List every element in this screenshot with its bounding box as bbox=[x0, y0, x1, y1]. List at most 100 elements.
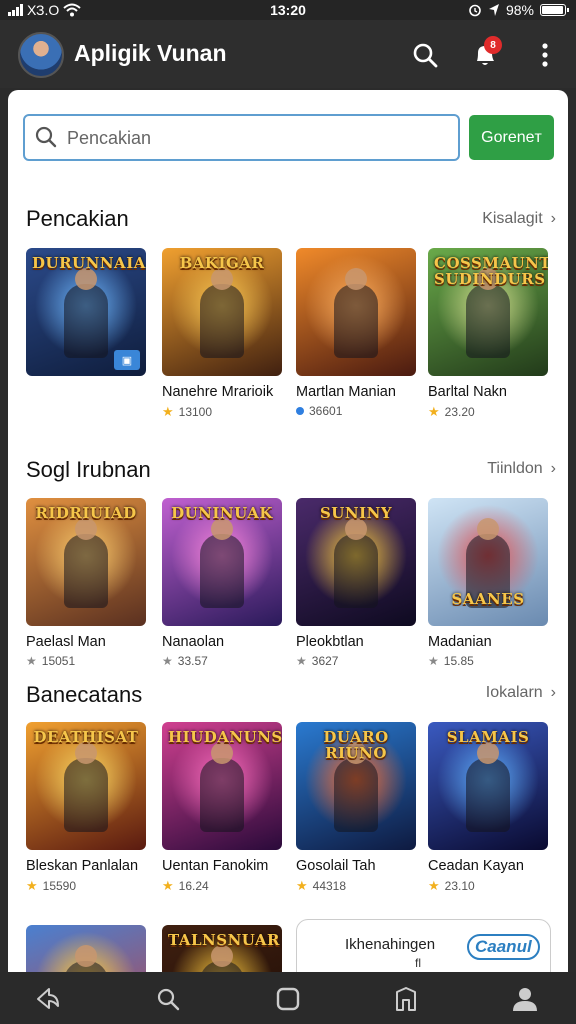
star-icon: ★ bbox=[296, 878, 308, 893]
promo-banner[interactable]: Ikhenahingen fl Caanul bbox=[296, 919, 551, 972]
main-content: Goreneт Pencakian Kisalagit › Sogl Irubna… bbox=[8, 90, 568, 972]
library-icon[interactable] bbox=[391, 984, 421, 1014]
section-title: Pencakian bbox=[26, 206, 129, 231]
game-card[interactable] bbox=[26, 925, 146, 972]
hero-figure bbox=[466, 268, 510, 358]
game-rating: ★ 15051 bbox=[26, 654, 146, 668]
game-cover-image[interactable]: COSSMAUNT SUDINDURS bbox=[428, 248, 548, 376]
dot-icon bbox=[296, 407, 304, 415]
cover-badge-icon: ▣ bbox=[114, 350, 140, 370]
search-field-icon bbox=[35, 126, 57, 153]
avatar[interactable] bbox=[18, 32, 64, 78]
see-all-label: Tiinldon bbox=[487, 460, 543, 477]
status-bar: ХЗ.О 13:20 98% bbox=[0, 0, 576, 20]
game-card[interactable]: BAKIGAR Nanehre Mrarioik ★ 13100 bbox=[162, 248, 282, 420]
rating-value: 13100 bbox=[178, 405, 213, 419]
cover-title: COSSMAUNT SUDINDURS bbox=[434, 254, 548, 288]
game-cover-image[interactable]: RIDRIUIAD bbox=[26, 498, 146, 626]
game-cover-image[interactable]: HIUDANUNS bbox=[162, 722, 282, 850]
notification-bell-icon[interactable]: 8 bbox=[468, 36, 502, 72]
status-right: 98% bbox=[468, 2, 569, 18]
rating-value: 23.20 bbox=[444, 405, 475, 419]
game-card[interactable]: HIUDANUNS Uentan Fanokim ★ 16.24 bbox=[162, 722, 282, 894]
search-input[interactable] bbox=[67, 124, 447, 152]
hero-figure bbox=[200, 742, 244, 832]
game-cover-image[interactable]: BAKIGAR bbox=[162, 248, 282, 376]
section-title: Sogl Irubnan bbox=[26, 457, 151, 482]
game-cover-image[interactable]: DURUNNAIA ▣ bbox=[26, 248, 146, 376]
search-button[interactable]: Goreneт bbox=[469, 115, 554, 160]
game-card[interactable]: TALNSNUAR bbox=[162, 925, 282, 972]
rating-value: 33.57 bbox=[177, 654, 208, 668]
cover-title: TALNSNUAR bbox=[168, 931, 281, 949]
game-cover-image[interactable]: SUNINY bbox=[296, 498, 416, 626]
game-rating: ★ 44318 bbox=[296, 878, 416, 894]
bottom-nav bbox=[0, 972, 576, 1024]
alarm-icon bbox=[469, 4, 481, 17]
section-title: Banecatans bbox=[26, 682, 143, 707]
game-cover-image[interactable]: DUNINUAK bbox=[162, 498, 282, 626]
cover-title: SLAMAIS bbox=[446, 728, 530, 746]
rating-value: 16.24 bbox=[178, 879, 209, 893]
hero-figure bbox=[200, 268, 244, 358]
game-card[interactable]: SUNINY Pleokbtlan ★ 3627 bbox=[296, 498, 416, 668]
game-card[interactable]: DEATHISAT Bleskan Panlalan ★ 15590 bbox=[26, 722, 146, 894]
back-icon[interactable] bbox=[33, 984, 63, 1014]
hero-figure bbox=[64, 945, 108, 972]
rating-value: 15051 bbox=[41, 654, 76, 668]
game-title: Ceadan Kayan bbox=[428, 858, 524, 874]
rating-value: 15590 bbox=[42, 879, 77, 893]
game-card[interactable]: Martlan Manian 36601 bbox=[296, 248, 416, 418]
promo-text: Ikhenahingen bbox=[345, 936, 436, 953]
cover-title: RIDRIUIAD bbox=[35, 504, 137, 522]
hero-figure bbox=[334, 742, 378, 832]
cover-title: DURUNNAIA bbox=[32, 254, 146, 272]
location-icon bbox=[488, 4, 499, 16]
game-cover-image[interactable] bbox=[296, 248, 416, 376]
more-vert-icon[interactable] bbox=[528, 38, 562, 72]
game-rating: ★ 16.24 bbox=[162, 878, 282, 894]
game-cover-image[interactable]: DEATHISAT bbox=[26, 722, 146, 850]
game-card[interactable]: DUARO RIUNO Gosolail Tah ★ 44318 bbox=[296, 722, 416, 894]
app-title: Apligik Vunan bbox=[74, 40, 227, 66]
game-card[interactable]: SLAMAIS Ceadan Kayan ★ 23.10 bbox=[428, 722, 548, 894]
game-cover-image[interactable] bbox=[26, 925, 146, 972]
game-card[interactable]: RIDRIUIAD Paelasl Man ★ 15051 bbox=[26, 498, 146, 668]
game-cover-image[interactable]: SLAMAIS bbox=[428, 722, 548, 850]
search-icon[interactable] bbox=[408, 38, 442, 72]
see-all-link[interactable]: Tiinldon › bbox=[487, 460, 556, 478]
search-icon[interactable] bbox=[153, 984, 183, 1014]
notification-badge: 8 bbox=[484, 36, 502, 54]
promo-subtext: fl bbox=[415, 956, 421, 970]
game-rating: ★ 15590 bbox=[26, 878, 146, 894]
game-cover-image[interactable]: SAANES bbox=[428, 498, 548, 626]
game-title: Nanaolan bbox=[162, 634, 225, 650]
game-cover-image[interactable]: TALNSNUAR bbox=[162, 925, 282, 972]
see-all-link[interactable]: Iokalarn › bbox=[486, 684, 556, 702]
game-rating: 36601 bbox=[296, 404, 416, 418]
game-rating: ★ 33.57 bbox=[162, 654, 282, 668]
profile-icon[interactable] bbox=[510, 984, 540, 1014]
game-card[interactable]: COSSMAUNT SUDINDURS Barltal Nakn ★ 23.20 bbox=[428, 248, 548, 420]
game-title: Barltal Nakn bbox=[428, 384, 507, 400]
cover-title: BAKIGAR bbox=[179, 254, 265, 272]
game-card[interactable]: DURUNNAIA ▣ bbox=[26, 248, 146, 376]
promo-button[interactable]: Caanul bbox=[467, 934, 540, 960]
game-rating: ★ 3627 bbox=[296, 654, 416, 668]
game-card[interactable]: SAANES Madanian ★ 15.85 bbox=[428, 498, 548, 668]
home-square-icon[interactable] bbox=[273, 984, 303, 1014]
chevron-right-icon: › bbox=[550, 460, 556, 477]
hero-figure bbox=[64, 268, 108, 358]
hero-figure bbox=[334, 268, 378, 358]
search-field[interactable] bbox=[23, 114, 460, 161]
see-all-link[interactable]: Kisalagit › bbox=[482, 210, 556, 228]
see-all-label: Iokalarn bbox=[485, 684, 543, 701]
hero-figure bbox=[200, 945, 244, 972]
rating-value: 23.10 bbox=[444, 879, 475, 893]
star-icon: ★ bbox=[162, 654, 173, 668]
game-rating: ★ 13100 bbox=[162, 404, 282, 420]
game-cover-image[interactable]: DUARO RIUNO bbox=[296, 722, 416, 850]
star-icon: ★ bbox=[26, 878, 38, 893]
hero-figure bbox=[64, 742, 108, 832]
game-card[interactable]: DUNINUAK Nanaolan ★ 33.57 bbox=[162, 498, 282, 668]
